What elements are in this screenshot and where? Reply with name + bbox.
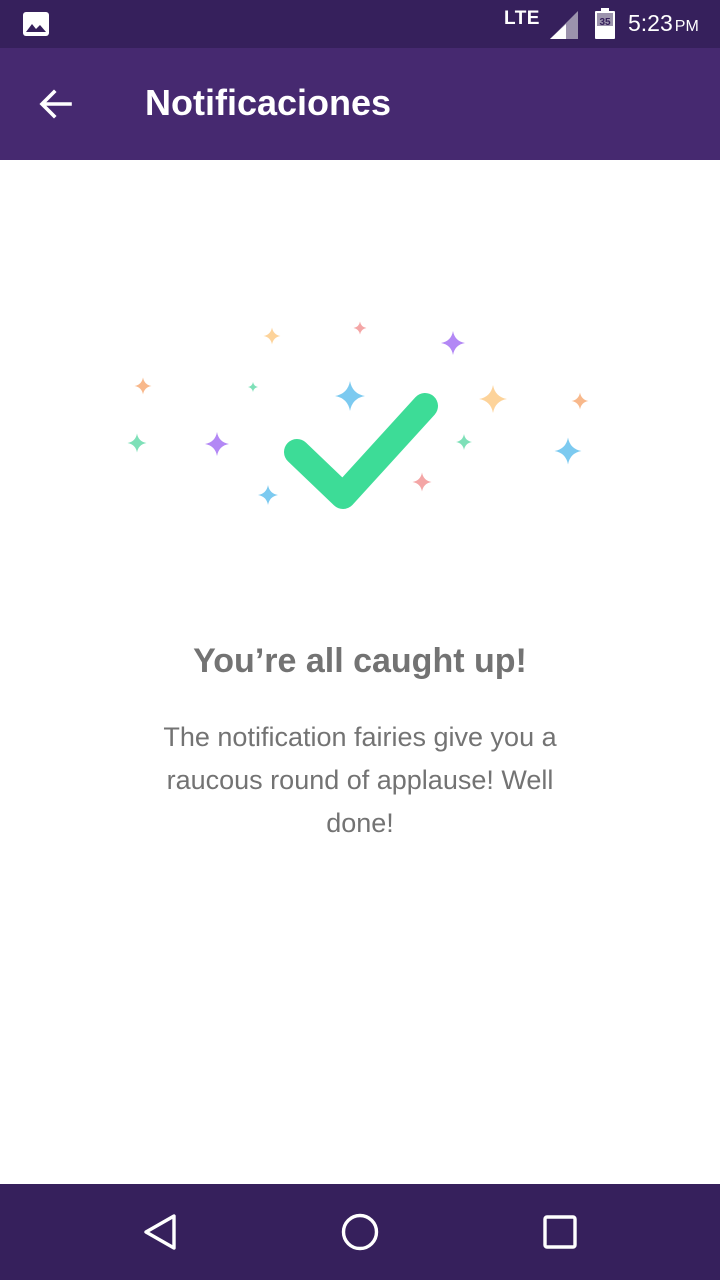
network-type: LTE [504,8,540,29]
app-bar: Notificaciones [0,48,720,160]
status-bar: LTE 35 5:23 PM [0,0,720,48]
page-title: Notificaciones [145,82,392,123]
arrow-left-icon [39,89,72,119]
battery-icon: 35 [595,8,615,39]
sparkle-icon [571,392,589,410]
sparkle-icon [205,432,229,456]
system-nav-bar [0,1184,720,1280]
sparkle-icon [353,321,367,335]
battery-level: 35 [599,17,611,28]
nav-back-button[interactable] [130,1202,190,1262]
sparkle-icon [127,433,147,453]
clock-time: 5:23 [628,10,673,36]
nav-home-button[interactable] [330,1202,390,1262]
back-button[interactable] [26,74,86,134]
sparkle-icon [258,485,278,505]
sparkle-icon [134,377,152,395]
sparkle-icon [441,331,465,355]
empty-state-headline: You’re all caught up! [193,642,527,680]
sparkle-icon [335,381,365,411]
home-circle-icon [341,1213,379,1251]
empty-state-message: The notification fairies give you a rauc… [163,722,557,838]
sparkle-icon [263,327,281,345]
check-icon [284,393,438,509]
sparkle-icon [479,385,507,413]
back-triangle-icon [144,1214,176,1250]
caught-up-illustration [127,321,589,509]
gallery-icon [23,12,49,36]
sparkle-icon [456,434,472,450]
signal-icon [550,11,578,39]
nav-recents-button[interactable] [530,1202,590,1262]
clock: 5:23 PM [628,10,699,37]
clock-ampm: PM [674,18,699,35]
sparkle-icon [554,437,582,465]
sparkle-icon [412,472,432,492]
recents-square-icon [543,1215,577,1249]
sparkle-icon [248,382,258,392]
